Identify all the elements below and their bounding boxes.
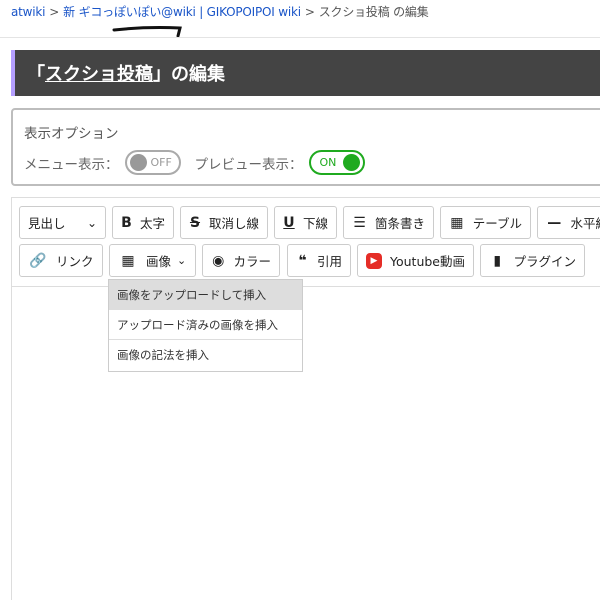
youtube-icon: ▶ [366,252,382,269]
underline-icon: U [283,214,295,231]
horizontal-rule-button[interactable]: —水平線 [537,206,600,239]
quote-icon: ❝ [298,252,307,269]
table-icon: ▦ [450,214,464,231]
bold-button[interactable]: B 太字 [112,206,174,239]
breadcrumb-current: スクショ投稿 の編集 [318,5,429,19]
strikethrough-button[interactable]: S 取消し線 [180,206,268,239]
menu-display-toggle[interactable]: OFF [124,150,181,175]
breadcrumb-separator: > [49,5,60,19]
bold-icon: B [121,214,132,231]
plugin-button[interactable]: ▮ プラグイン [480,244,585,277]
link-button[interactable]: 🔗 リンク [19,244,103,277]
list-icon: ☰ [353,214,366,231]
toggle-knob [342,154,360,171]
preview-display-label: プレビュー表示： [194,156,303,173]
table-button[interactable]: ▦ テーブル [440,206,531,239]
breadcrumb-wiki-link[interactable]: 新 ギコっぽいぽい@wiki | GIKOPOIPOI wiki [63,5,301,19]
breadcrumb: atwiki > 新 ギコっぽいぽい@wiki | GIKOPOIPOI wiki >… [11,3,429,20]
page-title-bar: 「スクショ投稿」の編集 [11,50,600,96]
display-options-heading: 表示オプション [24,126,119,142]
plugin-icon: ▮ [493,252,502,269]
display-options-panel: 表示オプション メニュー表示： OFF プレビュー表示： ON [11,108,600,186]
chevron-down-icon: ⌄ [177,254,187,267]
menu-item-upload-image[interactable]: 画像をアップロードして挿入 [109,280,302,310]
underline-button[interactable]: U 下線 [274,206,337,239]
palette-icon: ◉ [212,252,225,269]
color-button[interactable]: ◉ カラー [202,244,280,277]
toggle-state-label: ON [319,156,337,169]
image-icon: ▦ [121,252,135,269]
horizontal-rule-icon: — [547,214,562,231]
menu-display-label: メニュー表示： [24,156,119,173]
toolbar-divider [11,286,600,287]
breadcrumb-separator: > [304,5,315,19]
menu-item-insert-uploaded-image[interactable]: アップロード済みの画像を挿入 [109,310,302,340]
heading-select-label: 見出し [28,216,66,231]
breadcrumb-atwiki-link[interactable]: atwiki [11,5,45,19]
page-title: 「スクショ投稿」の編集 [27,64,225,85]
preview-display-toggle[interactable]: ON [308,150,365,175]
youtube-button[interactable]: ▶ Youtube動画 [357,244,474,277]
strikethrough-icon: S [189,214,201,231]
toggle-knob [129,154,147,171]
heading-select[interactable]: 見出し ⌄ [19,206,106,239]
link-icon: 🔗 [29,252,47,269]
quote-button[interactable]: ❝ 引用 [287,244,351,277]
bullet-list-button[interactable]: ☰ 箇条書き [343,206,434,239]
chevron-down-icon: ⌄ [86,215,97,230]
scribble-mark [112,26,182,38]
header-divider [0,37,600,38]
image-dropdown-menu: 画像をアップロードして挿入 アップロード済みの画像を挿入 画像の記法を挿入 [108,279,303,372]
image-button[interactable]: ▦ 画像 ⌄ [109,244,196,277]
page-title-link[interactable]: スクショ投稿 [45,64,153,85]
toggle-state-label: OFF [150,156,172,169]
menu-item-insert-image-syntax[interactable]: 画像の記法を挿入 [109,340,302,370]
